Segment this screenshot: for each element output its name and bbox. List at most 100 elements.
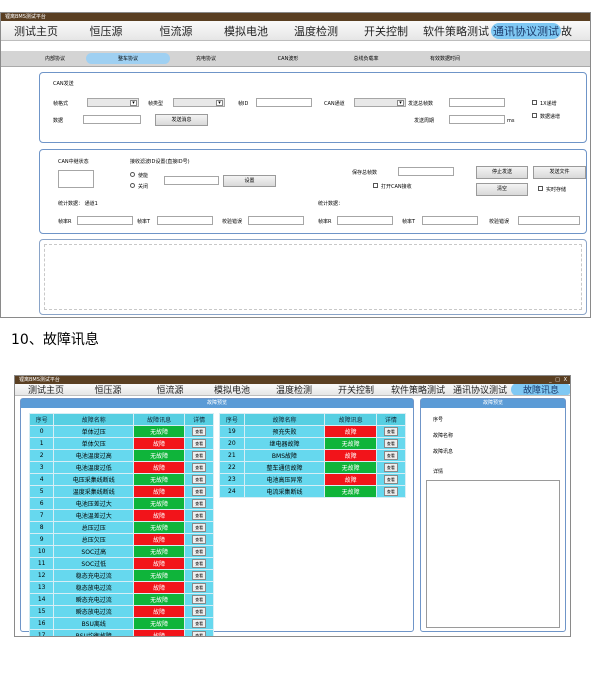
- clear-button[interactable]: 清空: [476, 183, 528, 196]
- minimize-icon[interactable]: _: [549, 377, 553, 383]
- bottom-title-bar: 锂离BMS测试平台 _ □ X: [15, 376, 570, 384]
- view-button[interactable]: 查看: [192, 475, 207, 484]
- fault-name: BSU离线: [53, 617, 135, 630]
- send-period-input[interactable]: [449, 115, 505, 124]
- fault-preview-title: 故障预览: [21, 399, 413, 408]
- view-button[interactable]: 查看: [192, 535, 207, 544]
- tab-6[interactable]: 软件策略测试: [387, 384, 449, 395]
- tab-7[interactable]: 通讯协议测试: [449, 384, 511, 395]
- view-button[interactable]: 查看: [383, 439, 398, 448]
- disable-radio[interactable]: [130, 183, 135, 188]
- send-total-input[interactable]: [449, 98, 505, 107]
- view-cell: 查看: [184, 629, 214, 636]
- view-button[interactable]: 查看: [192, 511, 207, 520]
- view-button[interactable]: 查看: [192, 451, 207, 460]
- verify-error-input-2[interactable]: [518, 216, 580, 225]
- view-button[interactable]: 查看: [383, 427, 398, 436]
- view-button[interactable]: 查看: [192, 547, 207, 556]
- detail-name-label: 故障名称: [433, 433, 454, 439]
- tab-8[interactable]: 故: [561, 23, 572, 39]
- view-button[interactable]: 查看: [192, 583, 207, 592]
- subtab-0[interactable]: 内部协议: [25, 55, 85, 62]
- open-can-recv-checkbox[interactable]: [373, 183, 378, 188]
- subtab-1[interactable]: 整车协议: [86, 53, 170, 64]
- tab-2[interactable]: 恒流源: [141, 23, 211, 39]
- fault-status-badge: 故障: [133, 437, 186, 450]
- realtime-save-checkbox[interactable]: [538, 186, 543, 191]
- fault-status-badge: 无故障: [324, 461, 377, 474]
- view-button[interactable]: 查看: [192, 427, 207, 436]
- fault-number: 3: [28, 461, 55, 474]
- fault-number: 16: [28, 617, 55, 630]
- column-header: 故障讯息: [133, 413, 186, 426]
- tab-2[interactable]: 恒流源: [139, 384, 201, 395]
- tab-0[interactable]: 测试主页: [15, 384, 77, 395]
- view-cell: 查看: [375, 437, 407, 450]
- view-button[interactable]: 查看: [383, 475, 398, 484]
- filter-id-input[interactable]: [164, 176, 219, 185]
- frame-format-select[interactable]: ▾: [87, 98, 139, 107]
- frame-type-label: 帧类型: [148, 101, 164, 107]
- frame-id-input[interactable]: [256, 98, 312, 107]
- view-button[interactable]: 查看: [192, 499, 207, 508]
- frame-r-input-1[interactable]: [77, 216, 133, 225]
- view-button[interactable]: 查看: [192, 571, 207, 580]
- view-button[interactable]: 查看: [192, 487, 207, 496]
- tab-1[interactable]: 恒压源: [77, 384, 139, 395]
- tab-7[interactable]: 通讯协议测试: [491, 22, 561, 39]
- subtab-2[interactable]: 充电协议: [166, 55, 246, 62]
- maximize-icon[interactable]: □: [555, 377, 561, 383]
- tab-5[interactable]: 开关控制: [325, 384, 387, 395]
- table-row: 1 单体欠压 故障 查看: [28, 437, 214, 450]
- tab-5[interactable]: 开关控制: [351, 23, 421, 39]
- frame-type-select[interactable]: ▾: [173, 98, 225, 107]
- tab-4[interactable]: 温度检测: [281, 23, 351, 39]
- view-button[interactable]: 查看: [383, 451, 398, 460]
- data-increment-checkbox[interactable]: [532, 113, 537, 118]
- tab-3[interactable]: 模拟电池: [211, 23, 281, 39]
- can-send-title: CAN发送: [53, 81, 74, 87]
- view-button[interactable]: 查看: [192, 607, 207, 616]
- log-textarea[interactable]: [44, 244, 582, 310]
- fault-name: 电池高压异常: [243, 473, 326, 486]
- tab-0[interactable]: 测试主页: [1, 23, 71, 39]
- stop-send-button[interactable]: 停止发送: [476, 166, 528, 179]
- view-button[interactable]: 查看: [192, 439, 207, 448]
- send-file-button[interactable]: 发送文件: [533, 166, 586, 179]
- frame-r-input-2[interactable]: [337, 216, 393, 225]
- tab-8[interactable]: 故障讯息: [511, 384, 570, 395]
- tab-6[interactable]: 软件策略测试: [421, 23, 491, 39]
- can-channel-select[interactable]: ▾: [354, 98, 406, 107]
- tab-4[interactable]: 温度检测: [263, 384, 325, 395]
- verify-error-input-1[interactable]: [248, 216, 304, 225]
- view-button[interactable]: 查看: [192, 619, 207, 628]
- save-total-input[interactable]: [398, 167, 454, 176]
- tab-1[interactable]: 恒压源: [71, 23, 141, 39]
- increment-1x-checkbox[interactable]: [532, 100, 537, 105]
- view-button[interactable]: 查看: [383, 487, 398, 496]
- view-button[interactable]: 查看: [192, 463, 207, 472]
- view-button[interactable]: 查看: [192, 523, 207, 532]
- close-icon[interactable]: X: [564, 377, 568, 383]
- fault-number: 10: [28, 545, 55, 558]
- subtab-4[interactable]: 总线负载率: [331, 55, 401, 62]
- send-message-button[interactable]: 发送消息: [155, 114, 208, 126]
- view-cell: 查看: [375, 425, 407, 438]
- view-button[interactable]: 查看: [192, 631, 207, 636]
- window-controls: _ □ X: [549, 376, 568, 384]
- view-button[interactable]: 查看: [383, 463, 398, 472]
- frame-t-input-1[interactable]: [157, 216, 213, 225]
- tab-3[interactable]: 模拟电池: [201, 384, 263, 395]
- set-button[interactable]: 设置: [223, 175, 276, 187]
- subtab-5[interactable]: 有效数据时间: [401, 55, 489, 62]
- detail-textbox[interactable]: [426, 480, 560, 628]
- table-row: 24 电流采集断线 无故障 查看: [219, 485, 407, 498]
- subtab-3[interactable]: CAN波形: [246, 55, 330, 62]
- enable-radio[interactable]: [130, 172, 135, 177]
- can-send-panel: CAN发送 帧格式 ▾ 帧类型 ▾ 帧ID CAN通道 ▾ 发送总帧数 1X递增…: [39, 72, 587, 143]
- fault-status-badge: 无故障: [324, 485, 377, 498]
- frame-t-input-2[interactable]: [422, 216, 478, 225]
- data-input[interactable]: [83, 115, 141, 124]
- view-button[interactable]: 查看: [192, 595, 207, 604]
- view-button[interactable]: 查看: [192, 559, 207, 568]
